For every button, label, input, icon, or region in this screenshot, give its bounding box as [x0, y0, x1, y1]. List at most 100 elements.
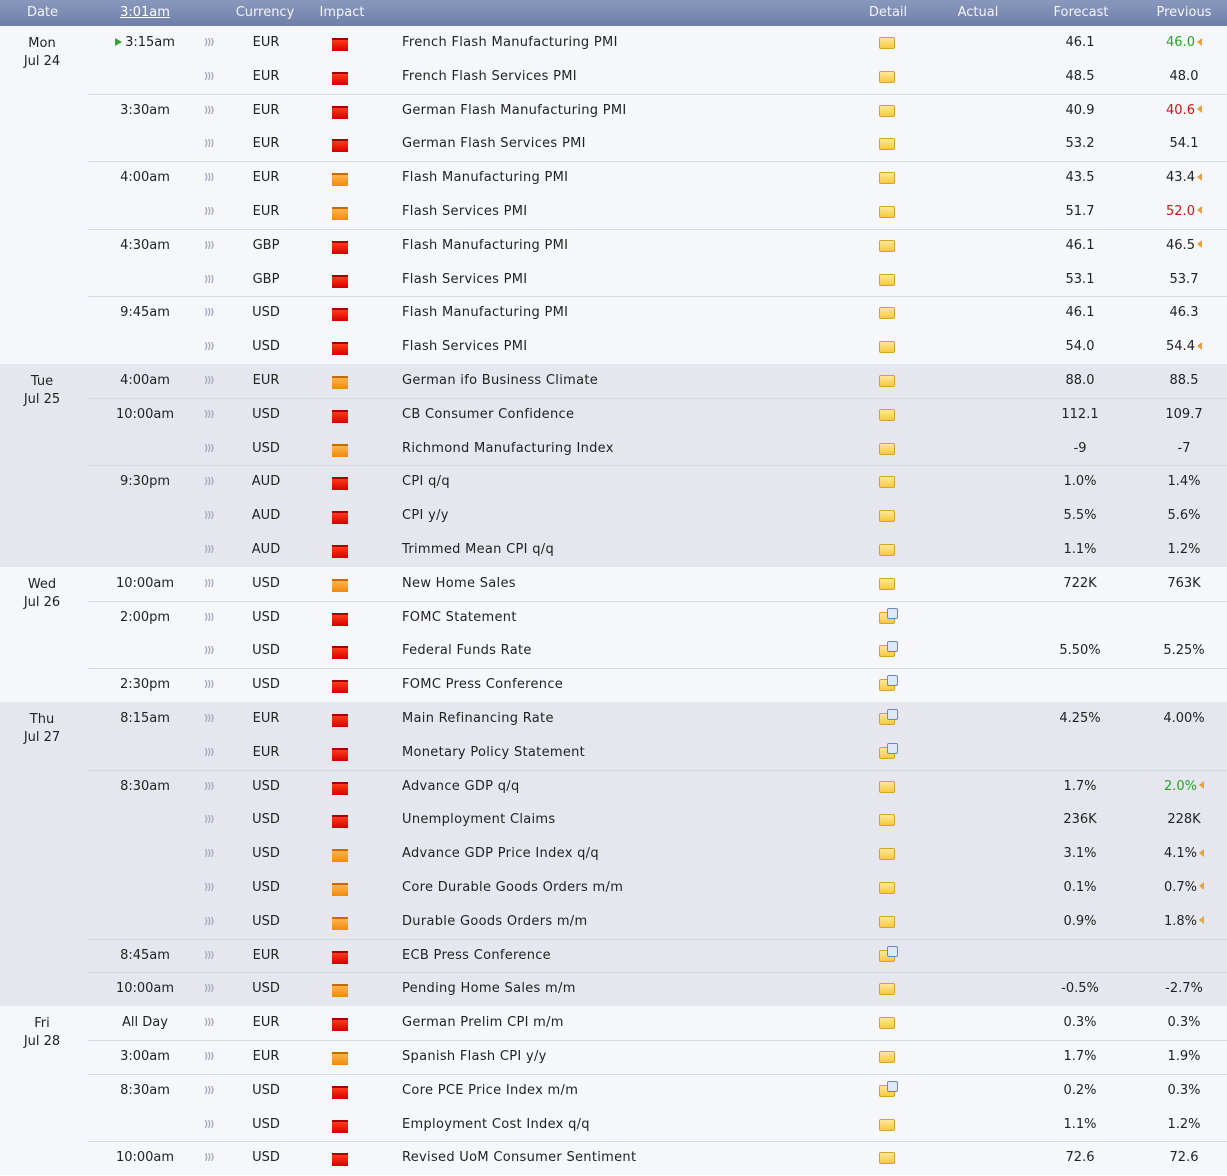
header-current-time-link[interactable]: 3:01am	[88, 0, 202, 26]
sound-alert-icon[interactable]: )))	[204, 61, 218, 93]
event-row[interactable]: 3:30am))) EUR German Flash Manufacturing P…	[88, 93, 1227, 128]
sound-alert-icon[interactable]: )))	[204, 1142, 218, 1174]
event-title[interactable]: Trimmed Mean CPI q/q	[402, 534, 554, 566]
event-row[interactable]: 8:30am))) USD Core PCE Price Index m/m 0.2%…	[88, 1073, 1227, 1108]
event-row[interactable]: 3:15am))) EUR French Flash Manufacturing P…	[88, 26, 1227, 60]
sound-alert-icon[interactable]: )))	[204, 399, 218, 431]
sound-alert-icon[interactable]: )))	[204, 331, 218, 363]
event-title[interactable]: CPI q/q	[402, 466, 450, 498]
event-row[interactable]: ))) EUR German Flash Services PMI 53.2 54.1	[88, 127, 1227, 161]
sound-alert-icon[interactable]: )))	[204, 940, 218, 972]
event-title[interactable]: German Flash Manufacturing PMI	[402, 95, 627, 127]
detail-folder-icon[interactable]	[879, 374, 895, 387]
detail-folder-icon[interactable]	[879, 641, 898, 658]
event-title[interactable]: Employment Cost Index q/q	[402, 1109, 590, 1141]
event-row[interactable]: 9:45am))) USD Flash Manufacturing PMI 46.1 4…	[88, 296, 1227, 330]
event-title[interactable]: Core PCE Price Index m/m	[402, 1075, 578, 1107]
event-title[interactable]: Advance GDP q/q	[402, 771, 520, 803]
sound-alert-icon[interactable]: )))	[204, 264, 218, 296]
sound-alert-icon[interactable]: )))	[204, 602, 218, 634]
revised-marker-icon[interactable]	[1199, 882, 1205, 891]
detail-folder-icon[interactable]	[879, 138, 895, 151]
event-row[interactable]: ))) EUR Flash Services PMI 51.7 52.0	[88, 195, 1227, 229]
event-row[interactable]: 10:00am))) USD New Home Sales 722K 763K	[88, 567, 1227, 601]
event-row[interactable]: 4:00am))) EUR German ifo Business Climate 8…	[88, 364, 1227, 398]
event-title[interactable]: Flash Services PMI	[402, 264, 527, 296]
event-row[interactable]: 9:30pm))) AUD CPI q/q 1.0% 1.4%	[88, 465, 1227, 499]
sound-alert-icon[interactable]: )))	[204, 128, 218, 160]
sound-alert-icon[interactable]: )))	[204, 771, 218, 803]
event-title[interactable]: CPI y/y	[402, 500, 449, 532]
revised-marker-icon[interactable]	[1196, 105, 1202, 114]
event-row[interactable]: ))) USD Core Durable Goods Orders m/m 0.1% 0…	[88, 871, 1227, 905]
event-row[interactable]: 8:30am))) USD Advance GDP q/q 1.7% 2.0%	[88, 769, 1227, 804]
sound-alert-icon[interactable]: )))	[204, 1007, 218, 1039]
sound-alert-icon[interactable]: )))	[204, 804, 218, 836]
event-row[interactable]: ))) USD Unemployment Claims 236K 228K	[88, 803, 1227, 837]
event-title[interactable]: Monetary Policy Statement	[402, 737, 585, 769]
event-row[interactable]: ))) AUD CPI y/y 5.5% 5.6%	[88, 499, 1227, 533]
event-title[interactable]: German Flash Services PMI	[402, 128, 586, 160]
event-title[interactable]: Flash Manufacturing PMI	[402, 297, 568, 329]
event-row[interactable]: ))) USD Employment Cost Index q/q 1.1% 1.2%	[88, 1108, 1227, 1142]
revised-marker-icon[interactable]	[1196, 341, 1202, 350]
sound-alert-icon[interactable]: )))	[204, 534, 218, 566]
detail-folder-icon[interactable]	[879, 814, 895, 827]
detail-folder-icon[interactable]	[879, 104, 895, 117]
event-row[interactable]: ))) EUR French Flash Services PMI 48.5 48.0	[88, 60, 1227, 94]
detail-folder-icon[interactable]	[879, 780, 895, 793]
detail-folder-icon[interactable]	[879, 848, 895, 861]
sound-alert-icon[interactable]: )))	[204, 703, 218, 735]
detail-folder-icon[interactable]	[879, 1050, 895, 1063]
event-title[interactable]: French Flash Manufacturing PMI	[402, 27, 618, 59]
event-title[interactable]: German ifo Business Climate	[402, 365, 598, 397]
revised-marker-icon[interactable]	[1199, 781, 1205, 790]
detail-folder-icon[interactable]	[879, 37, 895, 49]
event-title[interactable]: Revised UoM Consumer Sentiment	[402, 1142, 636, 1174]
sound-alert-icon[interactable]: )))	[204, 365, 218, 397]
sound-alert-icon[interactable]: )))	[204, 669, 218, 701]
event-row[interactable]: 8:15am))) EUR Main Refinancing Rate 4.25% 4.…	[88, 702, 1227, 736]
sound-alert-icon[interactable]: )))	[204, 568, 218, 600]
event-title[interactable]: Core Durable Goods Orders m/m	[402, 872, 623, 904]
event-row[interactable]: ))) USD Durable Goods Orders m/m 0.9% 1.8%	[88, 905, 1227, 939]
event-title[interactable]: ECB Press Conference	[402, 940, 551, 972]
event-row[interactable]: 4:00am))) EUR Flash Manufacturing PMI 43.5 4…	[88, 161, 1227, 195]
sound-alert-icon[interactable]: )))	[204, 906, 218, 938]
sound-alert-icon[interactable]: )))	[204, 737, 218, 769]
event-row[interactable]: ))) USD Federal Funds Rate 5.50% 5.25%	[88, 634, 1227, 668]
detail-folder-icon[interactable]	[879, 205, 895, 218]
event-row[interactable]: 2:00pm))) USD FOMC Statement	[88, 600, 1227, 635]
detail-folder-icon[interactable]	[879, 1080, 898, 1097]
event-title[interactable]: French Flash Services PMI	[402, 61, 577, 93]
sound-alert-icon[interactable]: )))	[204, 433, 218, 465]
revised-marker-icon[interactable]	[1196, 206, 1202, 215]
event-title[interactable]: Spanish Flash CPI y/y	[402, 1041, 547, 1073]
sound-alert-icon[interactable]: )))	[204, 872, 218, 904]
event-row[interactable]: 4:30am))) GBP Flash Manufacturing PMI 46.1 4…	[88, 228, 1227, 263]
detail-folder-icon[interactable]	[879, 307, 895, 320]
detail-folder-icon[interactable]	[879, 273, 895, 286]
event-row[interactable]: ))) USD Flash Services PMI 54.0 54.4	[88, 330, 1227, 364]
sound-alert-icon[interactable]: )))	[204, 1109, 218, 1141]
event-title[interactable]: Main Refinancing Rate	[402, 703, 554, 735]
detail-folder-icon[interactable]	[879, 239, 895, 252]
event-title[interactable]: Pending Home Sales m/m	[402, 973, 576, 1005]
event-title[interactable]: Flash Manufacturing PMI	[402, 230, 568, 262]
sound-alert-icon[interactable]: )))	[204, 27, 218, 59]
revised-marker-icon[interactable]	[1196, 240, 1202, 249]
detail-folder-icon[interactable]	[879, 510, 895, 523]
event-row[interactable]: ))) GBP Flash Services PMI 53.1 53.7	[88, 263, 1227, 297]
event-title[interactable]: Advance GDP Price Index q/q	[402, 838, 599, 870]
revised-marker-icon[interactable]	[1199, 848, 1205, 857]
event-title[interactable]: Durable Goods Orders m/m	[402, 906, 587, 938]
event-title[interactable]: Flash Services PMI	[402, 196, 527, 228]
event-row[interactable]: 3:00am))) EUR Spanish Flash CPI y/y 1.7% 1.9…	[88, 1039, 1227, 1074]
detail-folder-icon[interactable]	[879, 1017, 895, 1030]
sound-alert-icon[interactable]: )))	[204, 838, 218, 870]
detail-folder-icon[interactable]	[879, 708, 898, 725]
revised-marker-icon[interactable]	[1196, 37, 1202, 46]
event-title[interactable]: FOMC Press Conference	[402, 669, 563, 701]
event-title[interactable]: FOMC Statement	[402, 602, 517, 634]
detail-folder-icon[interactable]	[879, 675, 898, 692]
